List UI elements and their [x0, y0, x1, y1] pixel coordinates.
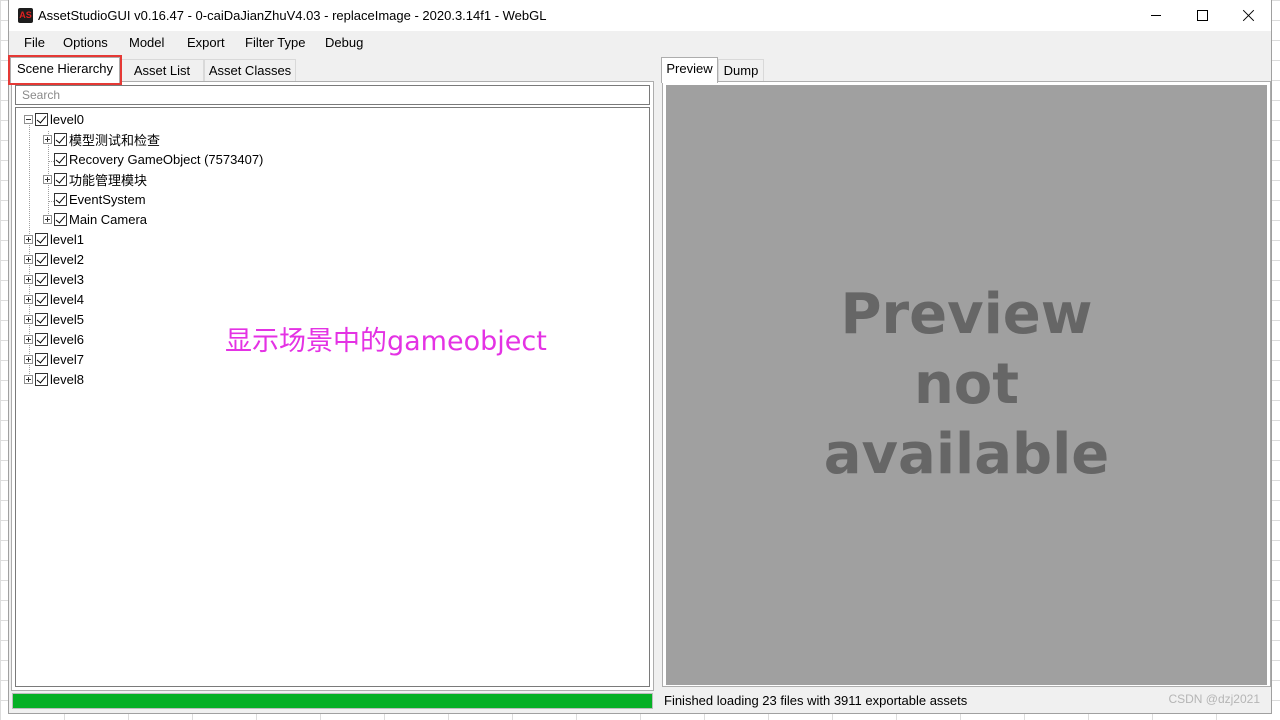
- right-panel: Preview Dump Preview not available Finis…: [660, 57, 1272, 712]
- checkbox-icon[interactable]: [35, 372, 48, 386]
- tree-node-label: level0: [50, 111, 84, 127]
- checkbox-icon[interactable]: [54, 172, 67, 186]
- menu-model[interactable]: Model: [129, 35, 164, 50]
- checkbox-icon[interactable]: [35, 272, 48, 286]
- checkbox-icon[interactable]: [35, 352, 48, 366]
- tab-asset-classes[interactable]: Asset Classes: [204, 59, 296, 81]
- tree-node-level0[interactable]: level0: [24, 109, 84, 129]
- close-button[interactable]: [1225, 0, 1271, 31]
- tree-node-child[interactable]: 功能管理模块: [43, 169, 147, 189]
- expand-icon[interactable]: [24, 334, 33, 344]
- expand-icon[interactable]: [24, 354, 33, 364]
- menu-file[interactable]: File: [24, 35, 45, 50]
- minimize-icon: [1151, 15, 1161, 16]
- preview-area: Preview not available: [666, 85, 1267, 685]
- loading-progress-bar: [12, 693, 653, 709]
- tree-node-level[interactable]: level7: [24, 349, 84, 369]
- tree-node-label: Main Camera: [69, 211, 148, 227]
- status-text: Finished loading 23 files with 3911 expo…: [664, 693, 968, 708]
- preview-text-line: available: [823, 422, 1110, 487]
- menu-bar: File Options Model Export Filter Type De…: [9, 32, 1271, 54]
- tab-scene-hierarchy[interactable]: Scene Hierarchy: [8, 55, 122, 85]
- tree-node-label: 功能管理模块: [69, 172, 148, 188]
- tree-node-label: level2: [50, 251, 84, 267]
- preview-placeholder: Preview not available: [767, 280, 1167, 490]
- expand-icon[interactable]: [24, 374, 33, 384]
- checkbox-icon[interactable]: [54, 152, 67, 166]
- checkbox-icon[interactable]: [54, 212, 67, 226]
- preview-text-line: not: [913, 352, 1020, 417]
- menu-filter-type[interactable]: Filter Type: [245, 35, 305, 50]
- expand-icon[interactable]: [24, 234, 33, 244]
- tab-preview[interactable]: Preview: [661, 57, 718, 83]
- checkbox-icon[interactable]: [35, 252, 48, 266]
- expand-icon[interactable]: [24, 294, 33, 304]
- annotation-text: 显示场景中的gameobject: [225, 326, 547, 357]
- expand-icon[interactable]: [43, 134, 52, 144]
- tree-node-level[interactable]: level2: [24, 249, 84, 269]
- search-input[interactable]: [15, 85, 650, 105]
- tree-node-level[interactable]: level8: [24, 369, 84, 389]
- window-title: AssetStudioGUI v0.16.47 - 0-caiDaJianZhu…: [38, 8, 547, 23]
- tree-node-label: 模型测试和检查: [69, 132, 161, 148]
- tree-node-label: level5: [50, 311, 84, 327]
- tree-node-level[interactable]: level3: [24, 269, 84, 289]
- tree-node-label: level7: [50, 351, 84, 367]
- checkbox-icon[interactable]: [35, 312, 48, 326]
- checkbox-icon[interactable]: [35, 292, 48, 306]
- tree-node-level[interactable]: level4: [24, 289, 84, 309]
- tree-node-level[interactable]: level6: [24, 329, 84, 349]
- menu-debug[interactable]: Debug: [325, 35, 363, 50]
- checkbox-icon[interactable]: [54, 132, 67, 146]
- preview-panel: Preview not available: [662, 81, 1271, 687]
- close-icon: [1242, 9, 1255, 22]
- tree-node-label: level4: [50, 291, 84, 307]
- tree-node-child[interactable]: 模型测试和检查: [43, 129, 160, 149]
- expand-icon[interactable]: [24, 314, 33, 324]
- tree-node-label: EventSystem: [69, 191, 146, 207]
- checkbox-icon[interactable]: [35, 112, 48, 126]
- tree-node-level[interactable]: level5: [24, 309, 84, 329]
- tree-node-label: level6: [50, 331, 84, 347]
- tree-node-label: level1: [50, 231, 84, 247]
- checkbox-icon[interactable]: [35, 232, 48, 246]
- title-bar: AS AssetStudioGUI v0.16.47 - 0-caiDaJian…: [9, 0, 1271, 31]
- progress-fill: [13, 694, 652, 708]
- assetstudio-window: AS AssetStudioGUI v0.16.47 - 0-caiDaJian…: [8, 0, 1272, 714]
- tree-node-child[interactable]: Recovery GameObject (7573407): [43, 149, 263, 169]
- menu-export[interactable]: Export: [187, 35, 225, 50]
- preview-text-line: Preview: [840, 282, 1093, 347]
- tab-asset-list[interactable]: Asset List: [120, 59, 204, 81]
- watermark: CSDN @dzj2021: [1168, 692, 1260, 706]
- checkbox-icon[interactable]: [54, 192, 67, 206]
- expand-icon[interactable]: [24, 274, 33, 284]
- tree-node-child[interactable]: EventSystem: [43, 189, 146, 209]
- collapse-icon[interactable]: [24, 114, 33, 124]
- tree-node-label: level3: [50, 271, 84, 287]
- minimize-button[interactable]: [1133, 0, 1179, 31]
- maximize-button[interactable]: [1179, 0, 1225, 31]
- expand-icon[interactable]: [43, 174, 52, 184]
- checkbox-icon[interactable]: [35, 332, 48, 346]
- maximize-icon: [1196, 10, 1208, 21]
- scene-hierarchy-panel: level0 模型测试和检查 Recovery GameObject (7573…: [11, 81, 654, 691]
- tree-node-label: level8: [50, 371, 84, 387]
- app-icon: AS: [18, 8, 33, 23]
- menu-options[interactable]: Options: [63, 35, 108, 50]
- left-panel: Scene Hierarchy Asset List Asset Classes…: [8, 55, 656, 712]
- tab-dump[interactable]: Dump: [718, 59, 764, 81]
- expand-icon[interactable]: [43, 214, 52, 224]
- tree-node-label: Recovery GameObject (7573407): [69, 151, 264, 167]
- tree-node-level[interactable]: level1: [24, 229, 84, 249]
- tree-node-child[interactable]: Main Camera: [43, 209, 147, 229]
- scene-tree[interactable]: level0 模型测试和检查 Recovery GameObject (7573…: [15, 107, 650, 687]
- expand-icon[interactable]: [24, 254, 33, 264]
